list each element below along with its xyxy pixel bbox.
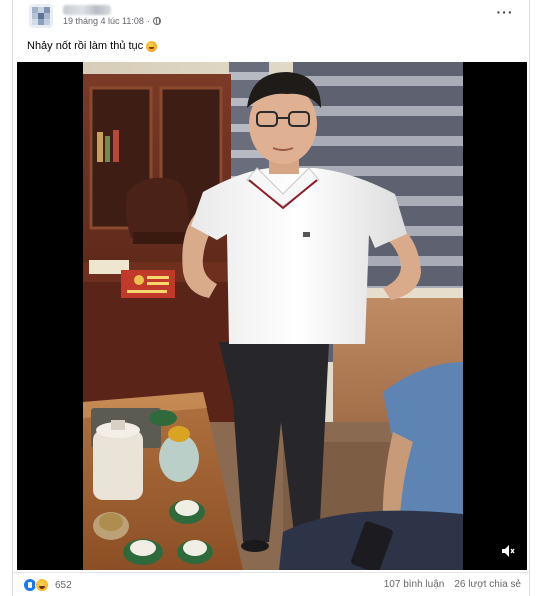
post-header: 19 tháng 4 lúc 11:08 · ··· — [13, 0, 529, 34]
engagement-stats: 107 bình luận 26 lượt chia sẻ — [384, 579, 521, 590]
video-player[interactable] — [17, 62, 527, 570]
comments-count[interactable]: 107 bình luận — [384, 579, 445, 590]
video-frame — [83, 62, 463, 570]
mute-button[interactable] — [501, 544, 515, 558]
reactions-summary[interactable]: 652 — [23, 578, 72, 592]
laughing-emoji-icon — [146, 40, 158, 52]
post-card: 19 tháng 4 lúc 11:08 · ··· Nhảy nốt rồi … — [12, 0, 530, 596]
page: 19 tháng 4 lúc 11:08 · ··· Nhảy nốt rồi … — [0, 0, 546, 596]
reaction-count[interactable]: 652 — [55, 580, 72, 591]
post-meta: 19 tháng 4 lúc 11:08 · — [63, 16, 161, 26]
author-name-redacted[interactable] — [63, 5, 111, 15]
post-footer: 652 107 bình luận 26 lượt chia sẻ — [13, 572, 529, 596]
shares-count[interactable]: 26 lượt chia sẻ — [454, 579, 521, 590]
more-options-button[interactable]: ··· — [495, 5, 515, 22]
caption-text: Nhảy nốt rồi làm thủ tục — [27, 40, 144, 52]
video-scene — [83, 62, 463, 570]
haha-icon — [35, 578, 49, 592]
globe-icon — [152, 17, 161, 25]
post-timestamp[interactable]: 19 tháng 4 lúc 11:08 — [63, 16, 144, 26]
avatar[interactable] — [29, 4, 53, 28]
post-caption: Nhảy nốt rồi làm thủ tục — [27, 40, 158, 52]
speaker-muted-icon — [502, 545, 515, 557]
